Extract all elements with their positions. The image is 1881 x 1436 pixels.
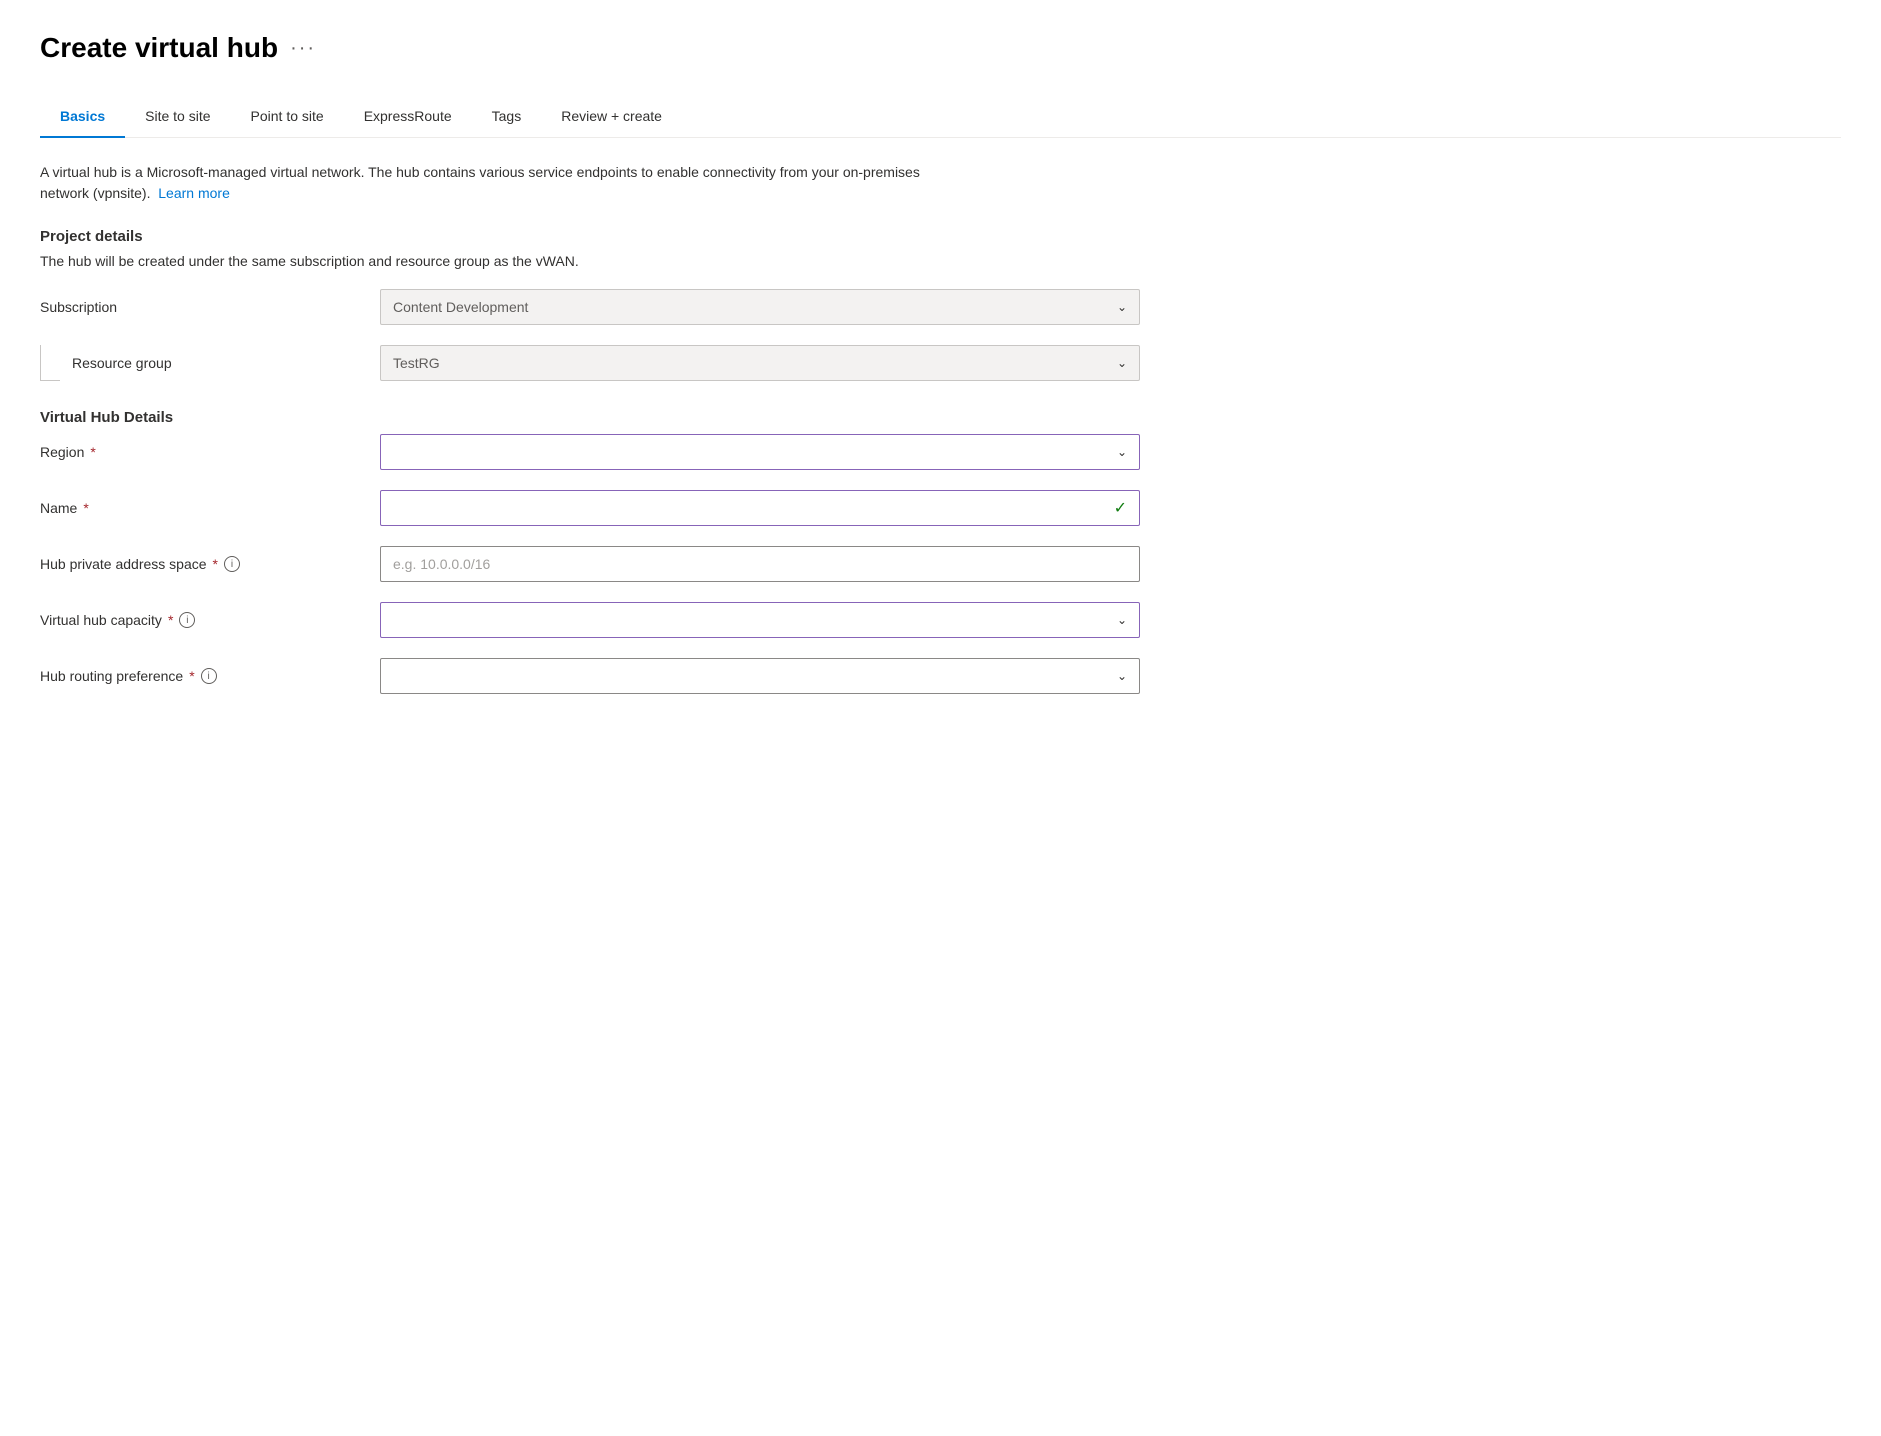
- hub-routing-preference-row: Hub routing preference * i ⌄: [40, 658, 1841, 694]
- hub-capacity-label: Virtual hub capacity * i: [40, 612, 380, 628]
- project-details-header: Project details: [40, 228, 1841, 245]
- hub-routing-dropdown[interactable]: ⌄: [380, 658, 1140, 694]
- hub-routing-chevron-icon: ⌄: [1117, 669, 1127, 683]
- resource-group-label: Resource group: [72, 355, 380, 371]
- virtual-hub-capacity-row: Virtual hub capacity * i ⌄: [40, 602, 1841, 638]
- resource-group-chevron-icon: ⌄: [1117, 356, 1127, 370]
- project-details-desc: The hub will be created under the same s…: [40, 253, 1841, 269]
- hub-address-input[interactable]: [380, 546, 1140, 582]
- hub-routing-label: Hub routing preference * i: [40, 668, 380, 684]
- tab-basics[interactable]: Basics: [40, 96, 125, 138]
- hub-address-required-star: *: [213, 556, 218, 572]
- subscription-chevron-icon: ⌄: [1117, 300, 1127, 314]
- region-chevron-icon: ⌄: [1117, 445, 1127, 459]
- resource-group-dropdown: TestRG ⌄: [380, 345, 1140, 381]
- tab-point-to-site[interactable]: Point to site: [231, 96, 344, 138]
- region-control: ⌄: [380, 434, 1140, 470]
- hub-routing-required-star: *: [189, 668, 194, 684]
- subscription-control: Content Development ⌄: [380, 289, 1140, 325]
- tab-review-create[interactable]: Review + create: [541, 96, 682, 138]
- hub-capacity-control: ⌄: [380, 602, 1140, 638]
- hub-routing-control: ⌄: [380, 658, 1140, 694]
- subscription-value: Content Development: [393, 299, 528, 315]
- name-input[interactable]: ✓: [380, 490, 1140, 526]
- tab-expressroute[interactable]: ExpressRoute: [344, 96, 472, 138]
- description-text: A virtual hub is a Microsoft-managed vir…: [40, 162, 940, 204]
- learn-more-link[interactable]: Learn more: [158, 185, 230, 201]
- virtual-hub-details-header: Virtual Hub Details: [40, 409, 1841, 426]
- hub-capacity-info-icon[interactable]: i: [179, 612, 195, 628]
- subscription-dropdown: Content Development ⌄: [380, 289, 1140, 325]
- resource-group-control: TestRG ⌄: [380, 345, 1140, 381]
- hub-address-info-icon[interactable]: i: [224, 556, 240, 572]
- virtual-hub-details-section: Virtual Hub Details Region * ⌄ Name * ✓: [40, 409, 1841, 694]
- region-dropdown[interactable]: ⌄: [380, 434, 1140, 470]
- hub-capacity-chevron-icon: ⌄: [1117, 613, 1127, 627]
- name-check-icon: ✓: [1114, 498, 1127, 518]
- indent-decoration: [40, 345, 60, 381]
- page-title: Create virtual hub: [40, 32, 278, 64]
- hub-private-address-space-row: Hub private address space * i: [40, 546, 1841, 582]
- resource-group-row: Resource group TestRG ⌄: [40, 345, 1841, 381]
- hub-capacity-required-star: *: [168, 612, 173, 628]
- name-required-star: *: [83, 500, 88, 516]
- subscription-row: Subscription Content Development ⌄: [40, 289, 1841, 325]
- name-control: ✓: [380, 490, 1140, 526]
- region-label: Region *: [40, 444, 380, 460]
- resource-group-value: TestRG: [393, 355, 440, 371]
- project-details-section: Project details The hub will be created …: [40, 228, 1841, 381]
- tab-tags[interactable]: Tags: [472, 96, 542, 138]
- hub-address-control: [380, 546, 1140, 582]
- subscription-label: Subscription: [40, 299, 380, 315]
- name-label: Name *: [40, 500, 380, 516]
- tab-bar: Basics Site to site Point to site Expres…: [40, 96, 1841, 138]
- hub-routing-info-icon[interactable]: i: [201, 668, 217, 684]
- name-row: Name * ✓: [40, 490, 1841, 526]
- region-required-star: *: [90, 444, 95, 460]
- tab-site-to-site[interactable]: Site to site: [125, 96, 230, 138]
- more-options-button[interactable]: ···: [290, 37, 316, 60]
- hub-address-label: Hub private address space * i: [40, 556, 380, 572]
- region-row: Region * ⌄: [40, 434, 1841, 470]
- hub-capacity-dropdown[interactable]: ⌄: [380, 602, 1140, 638]
